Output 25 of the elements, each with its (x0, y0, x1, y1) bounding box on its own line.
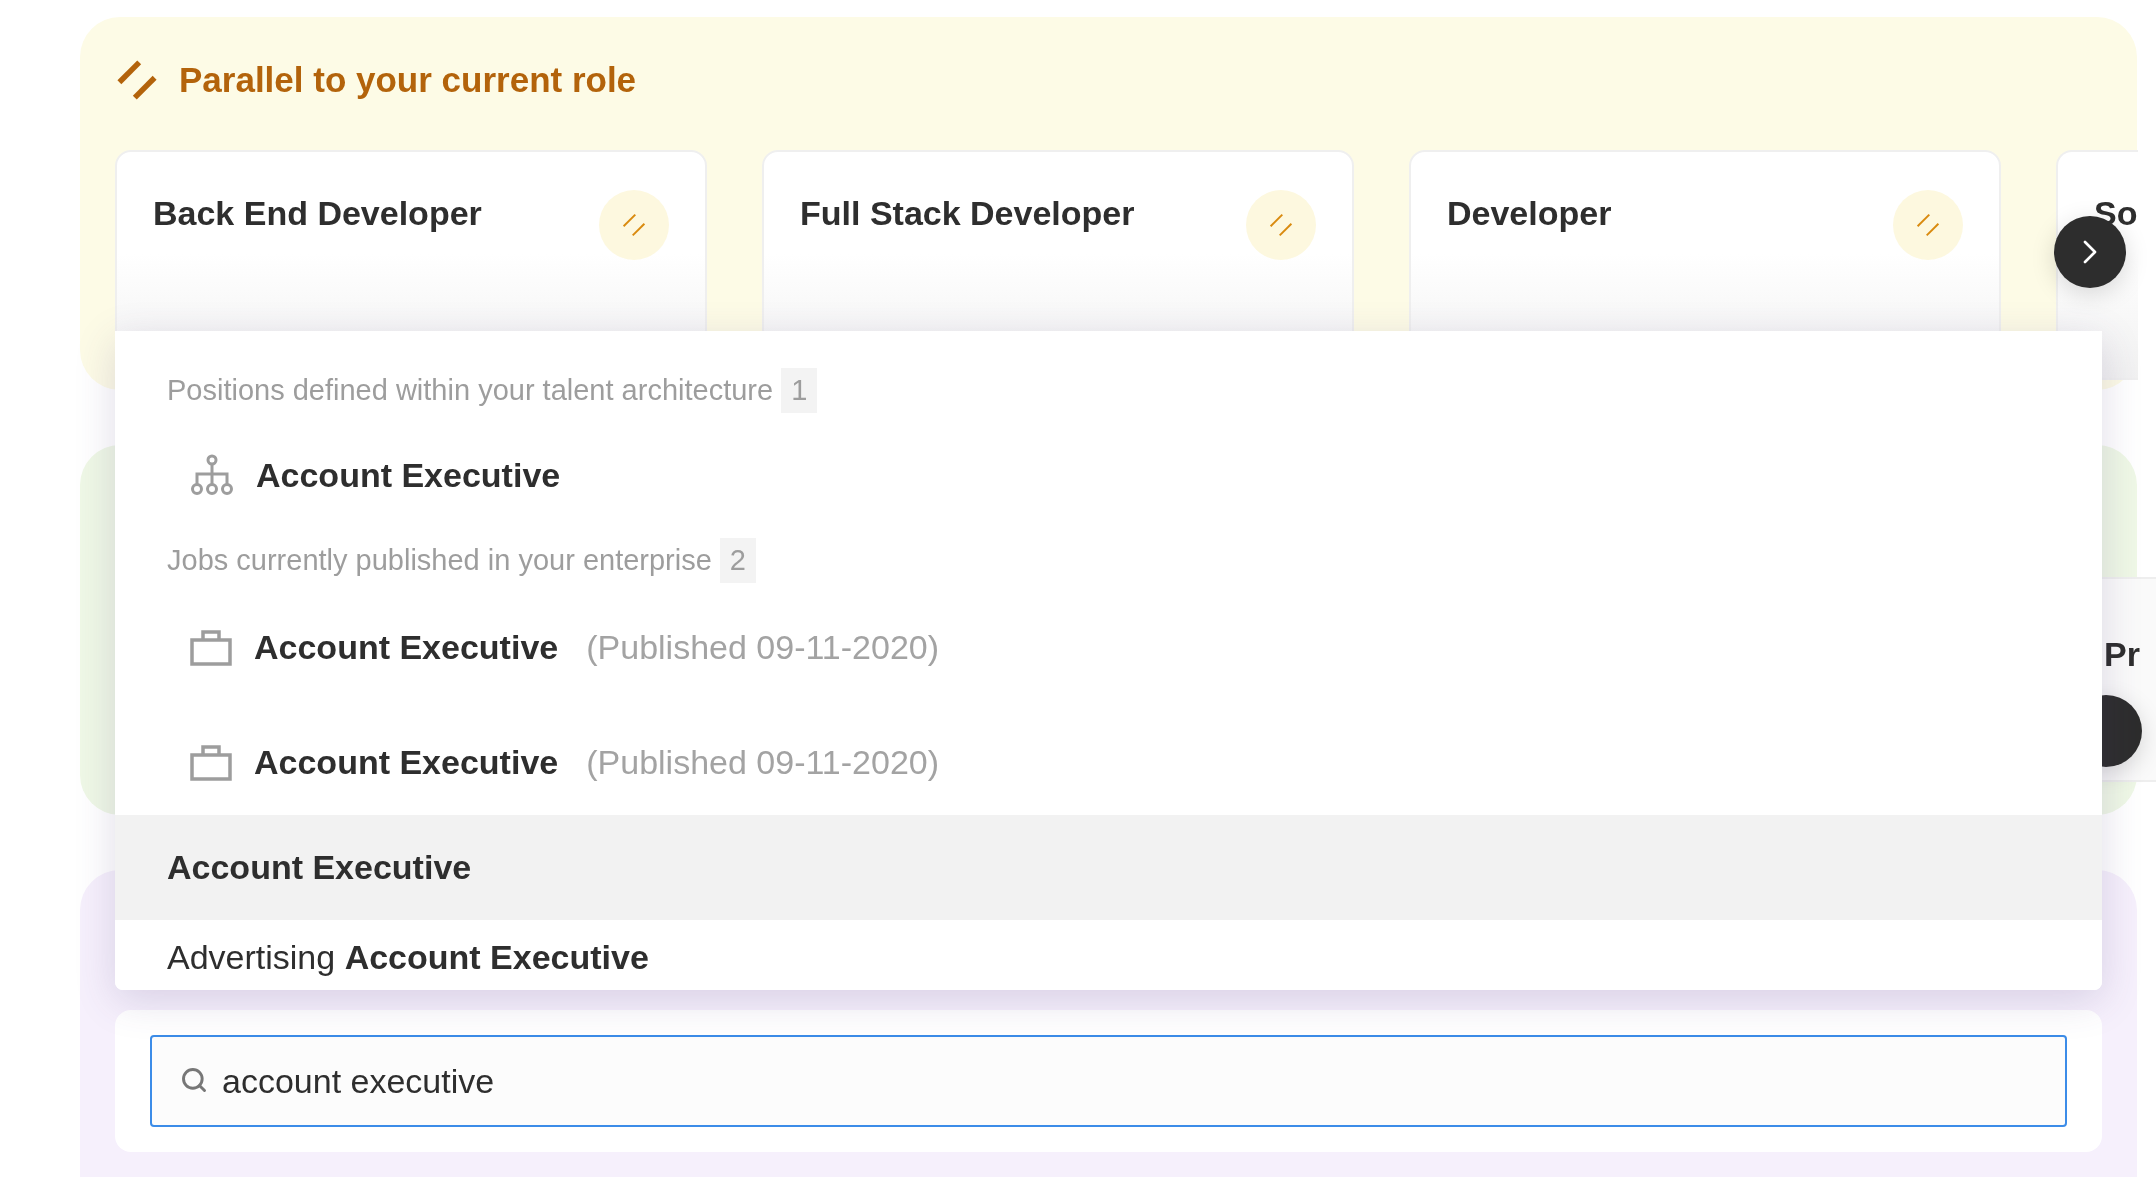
count-badge: 1 (781, 367, 818, 413)
suggestion-item[interactable]: Advertising Account Executive (115, 920, 2102, 990)
role-title: Pr (2104, 635, 2140, 675)
double-slash-icon (1268, 212, 1294, 238)
group-heading: Jobs currently published in your enterprise (167, 543, 712, 577)
search-field[interactable]: account executive (150, 1035, 2067, 1127)
briefcase-icon (190, 629, 232, 666)
count-badge: 2 (719, 537, 756, 583)
suggestion-item[interactable]: Account Executive (115, 815, 2102, 920)
result-title: Account Executive (256, 455, 561, 495)
result-title: Account Executive (254, 628, 559, 667)
double-slash-icon (115, 58, 159, 102)
role-title: Full Stack Developer (800, 194, 1135, 233)
section-title: Parallel to your current role (179, 60, 637, 100)
double-slash-icon (621, 212, 647, 238)
double-slash-icon (1915, 212, 1941, 238)
role-title: Back End Developer (153, 194, 482, 233)
published-date: (Published 09-11-2020) (586, 743, 940, 782)
briefcase-icon (190, 744, 232, 781)
published-date: (Published 09-11-2020) (586, 628, 940, 667)
search-icon (180, 1066, 208, 1094)
result-item[interactable]: Account Executive (115, 415, 2102, 535)
result-title: Account Executive (254, 743, 559, 782)
org-chart-icon (190, 454, 234, 496)
role-title: Developer (1447, 194, 1612, 233)
